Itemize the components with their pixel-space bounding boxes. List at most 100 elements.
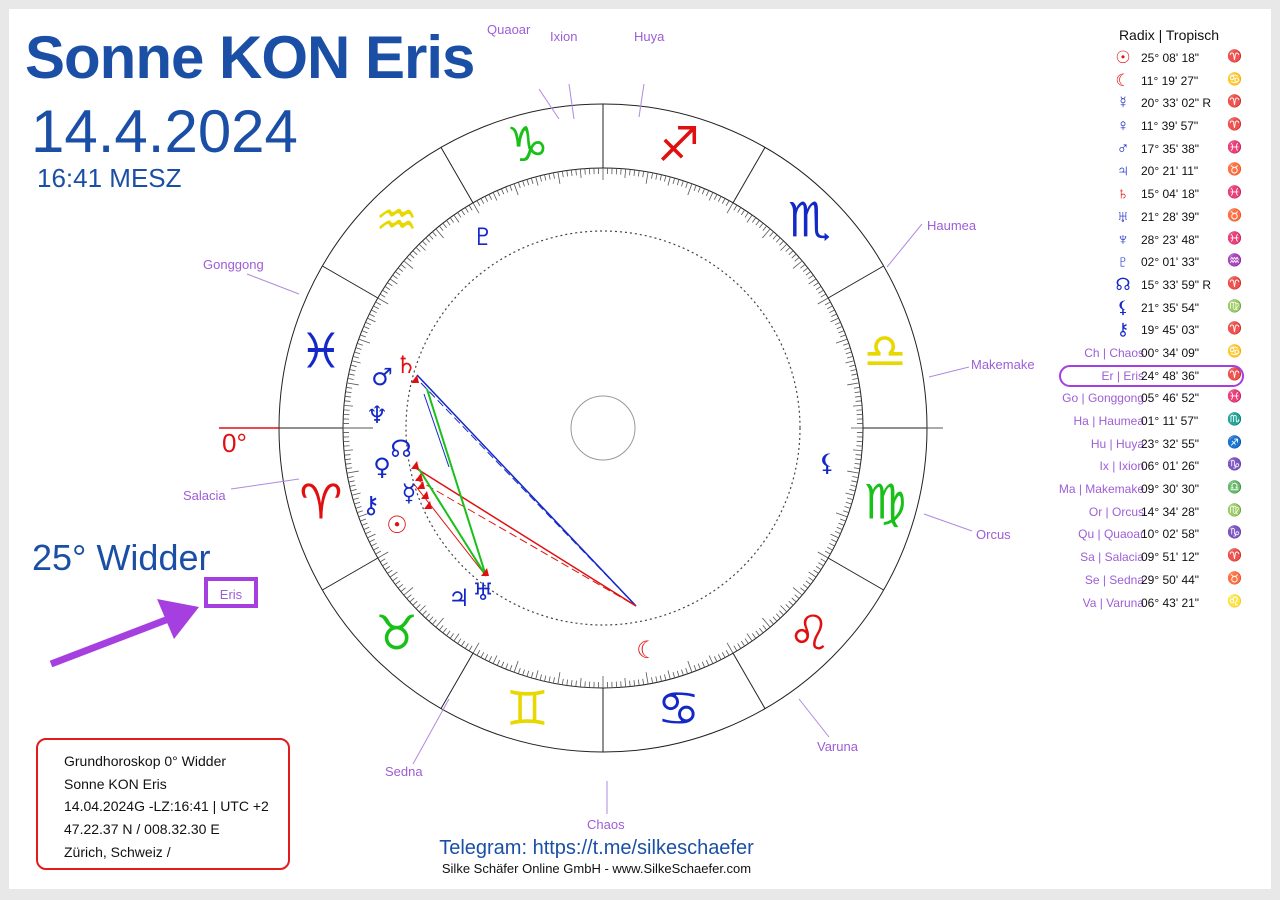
table-row: ♃ 20° 21' 11" ♉ [1049, 162, 1249, 185]
degree-tick [365, 321, 372, 326]
libra-icon: ♎ [1227, 480, 1242, 495]
degree-tick [530, 177, 534, 184]
degree-tick [425, 237, 431, 243]
outer-body-pointer [928, 366, 970, 378]
degree-tick [522, 180, 525, 187]
telegram-link[interactable]: Telegram: https://t.me/silkeschaefer [9, 837, 1184, 860]
degree-tick [851, 480, 858, 483]
degree-tick [733, 645, 738, 652]
degree-tick [759, 627, 764, 634]
degree-tick [780, 605, 788, 613]
degree-tick [509, 185, 513, 192]
degree-tick [744, 212, 749, 218]
table-row: Go | Gonggong 05° 46' 52" ♓ [1049, 389, 1249, 412]
degree-tick [363, 326, 370, 330]
table-row: ☾ 11° 19' 27" ♋ [1049, 71, 1249, 95]
degree-tick [432, 619, 437, 625]
degree-tick [539, 175, 542, 182]
degree-tick [845, 351, 852, 355]
table-row: ☿ 20° 33' 02" R ♈ [1049, 94, 1249, 117]
degree-tick [824, 550, 831, 555]
degree-tick [347, 476, 354, 479]
degree-tick [439, 625, 444, 631]
degree-tick [717, 196, 722, 202]
position-value: 15° 33' 59" R [1141, 277, 1212, 292]
position-value: 21° 35' 54" [1141, 300, 1200, 315]
position-value: 09° 51' 12" [1141, 550, 1200, 565]
degree-tick [853, 404, 863, 407]
libra-icon: ♎ [864, 323, 907, 379]
position-value: 01° 11' 57" [1141, 414, 1199, 428]
degree-tick [468, 204, 473, 211]
position-value: 15° 04' 18" [1141, 187, 1200, 202]
degree-tick [375, 301, 382, 306]
cancer-icon: ♋ [1227, 343, 1242, 358]
degree-tick [844, 506, 851, 509]
chiron-icon: ⚷ [1116, 320, 1130, 340]
outer-body-salacia: Salacia [183, 488, 226, 503]
degree-tick [827, 546, 833, 551]
degree-tick [505, 186, 509, 193]
degree-tick [488, 656, 493, 662]
degree-tick [755, 630, 760, 636]
object-name: Ch | Chaos [1084, 345, 1144, 360]
degree-tick [371, 542, 377, 547]
degree-tick [779, 610, 784, 616]
degree-tick [346, 470, 359, 474]
degree-tick [384, 566, 391, 570]
degree-tick [751, 633, 757, 639]
degree-tick [820, 558, 827, 563]
outer-body-pointer [230, 478, 300, 490]
degree-tick [352, 355, 359, 359]
degree-tick [672, 672, 676, 679]
degree-tick [365, 530, 372, 535]
outer-body-ixion: Ixion [550, 29, 578, 44]
degree-tick [772, 234, 778, 240]
degree-tick [350, 364, 357, 367]
sagittarius-icon: ♐ [1227, 434, 1242, 449]
outer-body-quaoar: Quaoar [487, 22, 531, 37]
degree-tick [352, 497, 359, 501]
table-row: Ma | Makemake 09° 30' 30" ♎ [1049, 480, 1249, 503]
degree-tick [685, 668, 689, 674]
degree-tick [769, 231, 774, 237]
sun-icon: ☉ [1115, 48, 1131, 67]
degree-tick [579, 678, 582, 688]
aries-icon: ♈ [1227, 321, 1242, 336]
degree-tick [369, 313, 375, 318]
degree-tick [850, 369, 857, 372]
degree-tick [552, 172, 555, 179]
sign-divider [827, 265, 884, 299]
table-rows: ☉ 25° 08' 18" ♈ ☾ 11° 19' 27" ♋ ☿ 20° 33' 02" R… [1049, 49, 1249, 616]
table-row: Ix | Ixion 06° 01' 26" ♑ [1049, 457, 1249, 480]
degree-tick [741, 640, 745, 647]
info-line: Sonne KON Eris [64, 775, 167, 792]
virgo-icon: ♍ [1227, 298, 1242, 313]
degree-tick [852, 377, 859, 380]
degree-tick [645, 672, 649, 685]
degree-tick [824, 301, 831, 306]
degree-tick [361, 522, 368, 526]
degree-tick [442, 222, 447, 229]
degree-tick [834, 321, 841, 326]
degree-tick [457, 212, 462, 218]
jupiter-icon: ♃ [448, 584, 470, 612]
degree-tick [624, 168, 627, 178]
degree-tick [539, 674, 542, 681]
outer-body-sedna: Sedna [385, 764, 423, 779]
degree-tick [701, 661, 705, 668]
degree-tick [829, 542, 835, 547]
degree-tick [548, 676, 551, 683]
degree-tick [345, 462, 352, 465]
degree-tick [409, 253, 415, 259]
leo-icon: ♌ [788, 605, 831, 661]
degree-tick [501, 188, 505, 195]
degree-tick [354, 351, 361, 355]
degree-tick [855, 400, 862, 402]
degree-tick [755, 220, 760, 226]
page-title: Sonne KON Eris [25, 24, 475, 91]
outer-body-chaos: Chaos [587, 817, 625, 832]
outer-body-pointer [886, 223, 923, 268]
jupiter-icon: ♃ [1116, 161, 1130, 181]
degree-tick [513, 183, 519, 196]
